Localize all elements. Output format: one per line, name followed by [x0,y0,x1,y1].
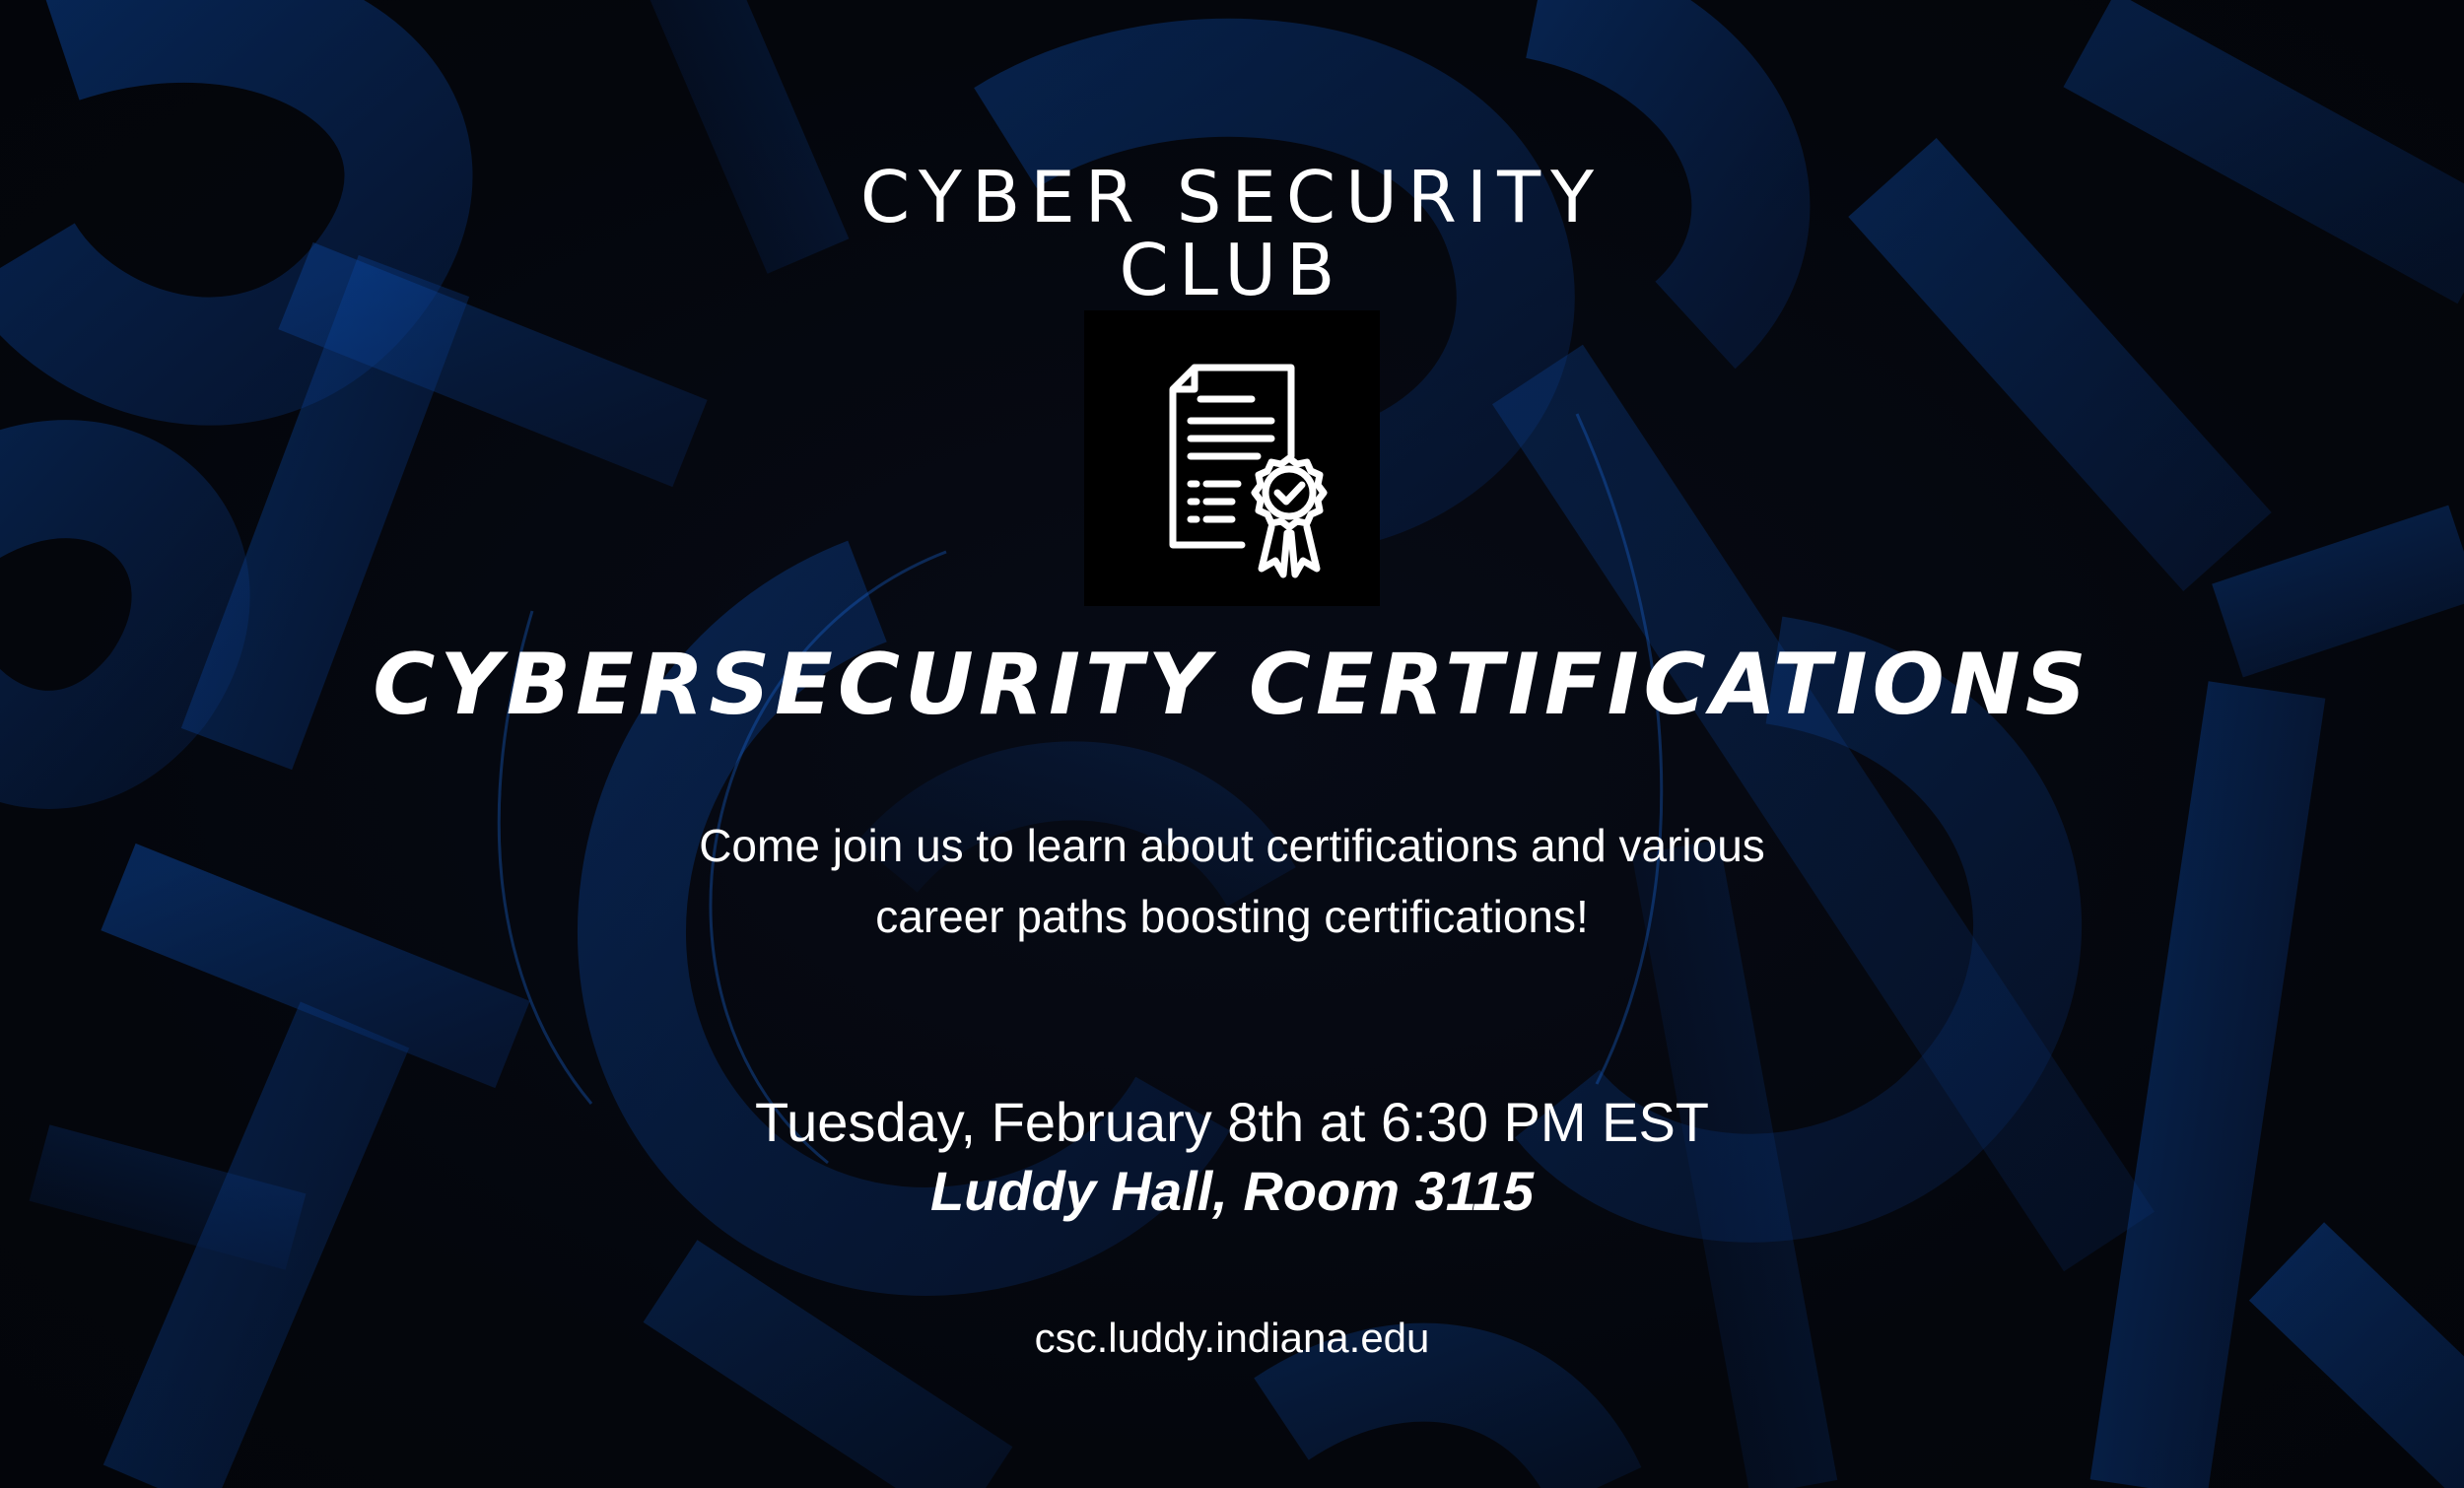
event-datetime: Tuesday, February 8th at 6:30 PM EST [755,1091,1709,1153]
certificate-icon-box [1084,310,1380,606]
event-poster: CYBER SECURITY CLUB CYBERSECURITY CERTIF… [0,0,2464,1488]
event-description: Come join us to learn about certificatio… [0,810,2464,952]
event-title: CYBERSECURITY CERTIFICATIONS [373,636,2091,734]
description-line-2: career paths boosting certifications! [875,891,1589,942]
poster-content: CYBER SECURITY CLUB CYBERSECURITY CERTIF… [0,0,2464,1488]
club-name-line1: CYBER SECURITY [859,156,1605,238]
club-name-line2: CLUB [1119,229,1345,311]
certificate-icon [1169,364,1328,578]
description-line-1: Come join us to learn about certificatio… [699,820,1765,871]
website-url: csc.luddy.indiana.edu [1034,1315,1430,1361]
event-location: Luddy Hall, Room 3115 [930,1160,1534,1222]
